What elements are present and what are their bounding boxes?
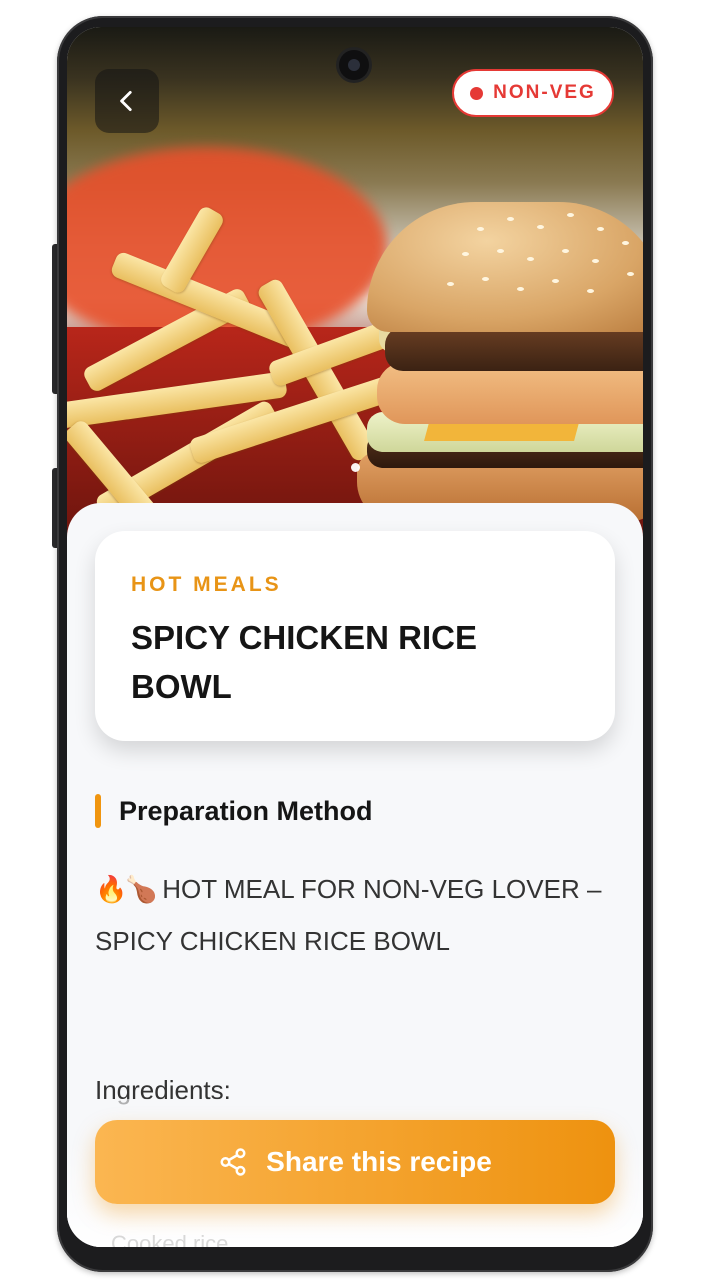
share-button-label: Share this recipe (266, 1146, 492, 1177)
section-title: Preparation Method (119, 795, 373, 826)
non-veg-badge: NON-VEG (452, 69, 614, 117)
app-screen: NON-VEG HOT MEALS SPICY CHICKEN RICE BOW… (67, 27, 643, 1247)
poultry-leg-emoji-icon: 🍗 (125, 874, 158, 904)
non-veg-dot-icon (470, 86, 484, 100)
recipe-title-card: HOT MEALS SPICY CHICKEN RICE BOWL (95, 531, 615, 741)
recipe-description: 🔥🍗 HOT MEAL FOR NON-VEG LOVER – SPICY CH… (95, 863, 615, 967)
ingredient-item: Cooked rice (111, 1231, 229, 1247)
recipe-category: HOT MEALS (131, 573, 282, 596)
section-accent-bar (95, 794, 101, 828)
back-button[interactable] (95, 69, 159, 133)
chevron-left-icon (120, 90, 132, 112)
section-header: Preparation Method (95, 793, 373, 829)
description-text: HOT MEAL FOR NON-VEG LOVER – SPICY CHICK… (95, 874, 602, 956)
carousel-indicator-dot[interactable] (351, 463, 360, 472)
share-icon (220, 1148, 246, 1176)
recipe-title: SPICY CHICKEN RICE BOWL (131, 619, 477, 705)
front-camera (339, 50, 369, 80)
share-recipe-button[interactable]: Share this recipe (95, 1120, 615, 1204)
badge-label: NON-VEG (493, 82, 596, 103)
fire-emoji-icon: 🔥 (95, 874, 128, 904)
